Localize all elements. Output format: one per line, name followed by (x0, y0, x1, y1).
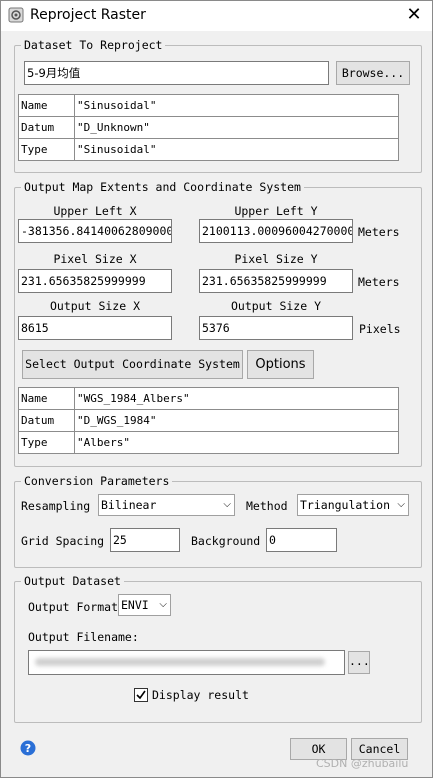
conversion-group-label: Conversion Parameters (21, 474, 173, 488)
method-value: Triangulation (300, 498, 391, 512)
output-format-label: Output Format (28, 600, 119, 614)
upper-left-y-field[interactable]: 2100113.00096004270000 (199, 219, 353, 243)
info-key: Name (18, 387, 75, 410)
extents-group-label: Output Map Extents and Coordinate System (21, 180, 304, 194)
output-format-select[interactable]: ENVI ⌵ (118, 594, 171, 616)
table-row: Name "WGS_1984_Albers" (18, 387, 399, 410)
unit-label: Pixels (359, 322, 401, 336)
dataset-group-label: Dataset To Reproject (21, 38, 166, 52)
browse-button[interactable]: Browse... (336, 61, 410, 85)
info-value: "Sinusoidal" (74, 94, 399, 117)
svg-text:?: ? (25, 742, 31, 755)
table-row: Type "Sinusoidal" (18, 138, 399, 161)
table-row: Datum "D_Unknown" (18, 116, 399, 139)
info-value: "Albers" (74, 431, 399, 454)
info-key: Datum (18, 116, 75, 139)
output-cs-info-table: Name "WGS_1984_Albers" Datum "D_WGS_1984… (18, 387, 399, 454)
info-key: Name (18, 94, 75, 117)
output-group-label: Output Dataset (21, 574, 124, 588)
pixel-size-y-label: Pixel Size Y (234, 252, 318, 266)
unit-label: Meters (358, 275, 400, 289)
close-icon[interactable]: ✕ (403, 4, 425, 26)
output-size-x-field[interactable]: 8615 (18, 316, 172, 340)
app-icon (8, 7, 24, 23)
pixel-size-x-field[interactable]: 231.65635825999999 (18, 269, 172, 293)
info-key: Type (18, 431, 75, 454)
info-value: "D_WGS_1984" (74, 409, 399, 432)
background-label: Background (191, 534, 261, 548)
help-icon[interactable]: ? (20, 740, 36, 756)
grid-spacing-field[interactable]: 25 (110, 528, 180, 552)
chevron-down-icon: ⌵ (223, 499, 231, 510)
background-field[interactable]: 0 (266, 528, 337, 552)
output-size-y-label: Output Size Y (230, 299, 321, 313)
watermark: CSDN @zhubailu (316, 757, 409, 770)
upper-left-x-field[interactable]: -381356.84140062809000 (18, 219, 172, 243)
chevron-down-icon: ⌵ (397, 499, 405, 510)
checkbox-icon (134, 688, 148, 702)
display-result-label: Display result (152, 688, 249, 702)
resampling-value: Bilinear (101, 498, 157, 512)
method-label: Method (246, 499, 288, 513)
info-key: Type (18, 138, 75, 161)
source-info-table: Name "Sinusoidal" Datum "D_Unknown" Type… (18, 94, 399, 161)
options-button[interactable]: Options (247, 350, 314, 379)
method-select[interactable]: Triangulation ⌵ (297, 494, 409, 516)
redacted-filename (35, 658, 325, 666)
window-title: Reproject Raster (30, 7, 146, 23)
output-filename-field[interactable] (28, 650, 345, 675)
pixel-size-y-field[interactable]: 231.65635825999999 (199, 269, 353, 293)
table-row: Type "Albers" (18, 431, 399, 454)
table-row: Datum "D_WGS_1984" (18, 409, 399, 432)
resampling-select[interactable]: Bilinear ⌵ (98, 494, 235, 516)
grid-spacing-label: Grid Spacing (21, 534, 105, 548)
output-size-x-label: Output Size X (49, 299, 140, 313)
output-format-value: ENVI (121, 598, 149, 612)
upper-left-x-label: Upper Left X (53, 204, 137, 218)
info-value: "Sinusoidal" (74, 138, 399, 161)
title-bar: Reproject Raster ✕ (1, 1, 432, 31)
unit-label: Meters (358, 225, 400, 239)
output-size-y-field[interactable]: 5376 (199, 316, 353, 340)
info-key: Datum (18, 409, 75, 432)
chevron-down-icon: ⌵ (159, 599, 167, 610)
info-value: "D_Unknown" (74, 116, 399, 139)
reproject-raster-dialog: Reproject Raster ✕ Dataset To Reproject … (0, 0, 433, 778)
table-row: Name "Sinusoidal" (18, 94, 399, 117)
dataset-name-field[interactable]: 5-9月均值 (24, 61, 329, 85)
info-value: "WGS_1984_Albers" (74, 387, 399, 410)
resampling-label: Resampling (21, 499, 91, 513)
filename-browse-button[interactable]: ... (348, 651, 370, 674)
select-coordinate-system-button[interactable]: Select Output Coordinate System (22, 350, 243, 379)
upper-left-y-label: Upper Left Y (234, 204, 318, 218)
pixel-size-x-label: Pixel Size X (53, 252, 137, 266)
output-filename-label: Output Filename: (28, 630, 139, 644)
